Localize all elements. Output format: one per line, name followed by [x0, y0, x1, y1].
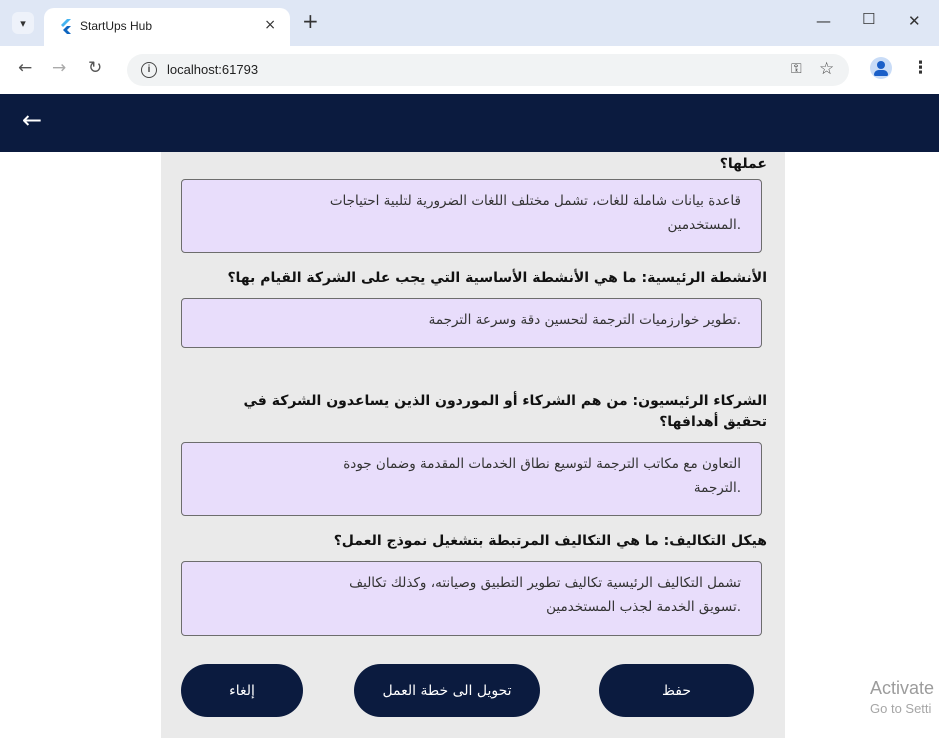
omnibox[interactable]: i localhost:61793 ⚿ ☆	[127, 54, 849, 86]
answer-line: التعاون مع مكاتب الترجمة لتوسيع نطاق الخ…	[343, 456, 741, 472]
bookmark-star-icon[interactable]: ☆	[819, 59, 834, 79]
activate-windows-watermark: Activate	[870, 678, 935, 698]
answer-line: .تسويق الخدمة لجذب المستخدمين	[546, 599, 741, 615]
flutter-icon	[61, 19, 71, 34]
maximize-icon[interactable]: ☐	[862, 10, 875, 28]
question-label: عملها؟	[719, 156, 767, 172]
question-line: الشركاء الرئيسيون: من هم الشركاء أو المو…	[243, 393, 768, 409]
activate-windows-subtext: Go to Setti	[870, 701, 932, 716]
question-line: تحقيق أهدافها؟	[659, 414, 767, 430]
app-bar: ←	[0, 94, 939, 152]
convert-to-business-plan-button[interactable]: تحويل الى خطة العمل	[354, 664, 540, 717]
answer-box[interactable]: .تطوير خوارزميات الترجمة لتحسين دقة وسرع…	[181, 298, 762, 348]
tab-close-icon[interactable]: ×	[264, 17, 276, 33]
app-back-arrow-icon[interactable]: ←	[22, 106, 42, 134]
tab-search-chevron-icon[interactable]: ▾	[12, 12, 34, 34]
question-label: هيكل التكاليف: ما هي التكاليف المرتبطة ب…	[333, 533, 767, 549]
save-button[interactable]: حفظ	[599, 664, 754, 717]
answer-box[interactable]: تشمل التكاليف الرئيسية تكاليف تطوير التط…	[181, 561, 762, 636]
answer-box[interactable]: التعاون مع مكاتب الترجمة لتوسيع نطاق الخ…	[181, 442, 762, 516]
business-model-form: عملها؟ قاعدة بيانات شاملة للغات، تشمل مخ…	[161, 152, 785, 738]
tab-title: StartUps Hub	[80, 19, 153, 33]
answer-line: قاعدة بيانات شاملة للغات، تشمل مختلف الل…	[329, 193, 741, 209]
answer-line: .المستخدمين	[667, 217, 741, 233]
question-label: الشركاء الرئيسيون: من هم الشركاء أو المو…	[244, 391, 768, 433]
back-icon[interactable]: ←	[18, 58, 32, 78]
question-label: الأنشطة الرئيسية: ما هي الأنشطة الأساسية…	[227, 270, 767, 286]
answer-line: .الترجمة	[693, 480, 741, 496]
answer-line: .تطوير خوارزميات الترجمة لتحسين دقة وسرع…	[428, 312, 741, 328]
answer-box[interactable]: قاعدة بيانات شاملة للغات، تشمل مختلف الل…	[181, 179, 762, 253]
window-close-icon[interactable]: ✕	[908, 12, 921, 30]
profile-avatar-icon[interactable]	[870, 57, 892, 79]
url-text[interactable]: localhost:61793	[167, 62, 258, 77]
minimize-icon[interactable]: —	[816, 12, 831, 30]
reload-icon[interactable]: ↻	[88, 58, 102, 78]
password-key-icon[interactable]: ⚿	[791, 61, 802, 77]
browser-tab[interactable]: StartUps Hub ×	[44, 8, 290, 46]
forward-icon[interactable]: →	[52, 58, 66, 78]
page-bottom	[0, 738, 939, 756]
new-tab-button[interactable]: +	[302, 11, 319, 31]
answer-line: تشمل التكاليف الرئيسية تكاليف تطوير التط…	[349, 575, 741, 591]
site-info-icon[interactable]: i	[141, 62, 157, 78]
cancel-button[interactable]: إلغاء	[181, 664, 303, 717]
browser-tab-bar: ▾ StartUps Hub × + — ☐ ✕	[0, 0, 939, 46]
browser-menu-icon[interactable]: ⋮	[912, 58, 929, 78]
address-bar-row: ← → ↻ i localhost:61793 ⚿ ☆ ⋮	[0, 46, 939, 94]
